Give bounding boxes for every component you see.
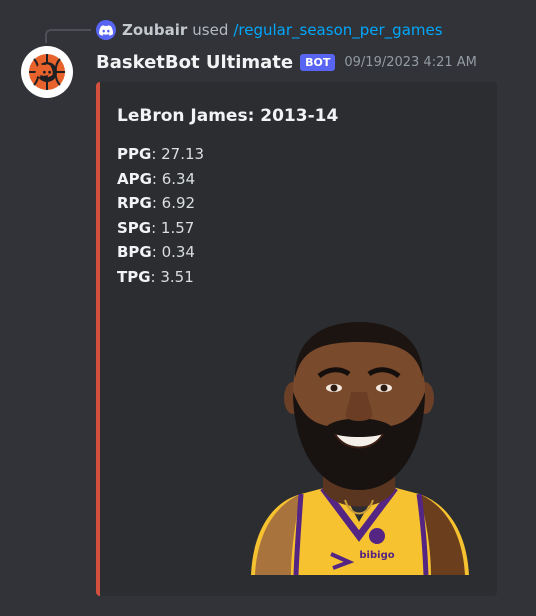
- stat-value: : 3.51: [150, 267, 194, 286]
- reply-username[interactable]: Zoubair: [122, 21, 187, 39]
- stat-rpg: RPG: 6.92: [117, 194, 204, 219]
- stat-label: PPG: [117, 145, 152, 163]
- stat-label: RPG: [117, 194, 152, 213]
- stat-value: : 1.57: [151, 218, 195, 237]
- stat-label: APG: [117, 169, 152, 188]
- message-header: BasketBot Ultimate BOT 09/19/2023 4:21 A…: [96, 50, 477, 74]
- stat-label: SPG: [117, 218, 152, 237]
- basketball-logo-icon: [29, 54, 65, 90]
- stat-apg: APG: 6.34: [117, 170, 204, 195]
- bot-avatar[interactable]: [21, 46, 73, 98]
- stat-value: : 6.34: [151, 169, 196, 188]
- stats-embed: LeBron James: 2013-14 PPG: 27.13 APG: 6.…: [96, 82, 497, 596]
- stat-tpg: TPG: 3.51: [117, 268, 204, 293]
- reply-used-text: used: [192, 21, 229, 39]
- stat-value: : 0.34: [151, 243, 195, 262]
- bot-tag: BOT: [300, 53, 336, 71]
- embed-accent-bar: [96, 82, 100, 596]
- stat-label: TPG: [117, 267, 151, 286]
- author-name[interactable]: BasketBot Ultimate: [96, 52, 293, 73]
- command-reply-line: Zoubair used /regular_season_per_games: [96, 20, 443, 40]
- stat-ppg: PPG: 27.13: [117, 145, 204, 170]
- stat-label: BPG: [117, 243, 152, 262]
- message-timestamp: 09/19/2023 4:21 AM: [344, 54, 477, 70]
- stat-bpg: BPG: 0.34: [117, 243, 204, 268]
- stat-value: : 27.13: [151, 145, 205, 163]
- embed-title: LeBron James: 2013-14: [117, 106, 339, 126]
- stat-value: : 6.92: [151, 194, 196, 213]
- player-headshot-image[interactable]: bibigo: [241, 322, 478, 575]
- discord-icon[interactable]: [96, 20, 116, 40]
- chat-message: Zoubair used /regular_season_per_games B…: [0, 0, 536, 616]
- stat-spg: SPG: 1.57: [117, 219, 204, 244]
- stats-list: PPG: 27.13 APG: 6.34 RPG: 6.92 SPG: 1.57…: [117, 145, 204, 293]
- jersey-sponsor-text: bibigo: [359, 550, 394, 561]
- slash-command-link[interactable]: /regular_season_per_games: [233, 21, 442, 39]
- reply-spine: [45, 29, 91, 43]
